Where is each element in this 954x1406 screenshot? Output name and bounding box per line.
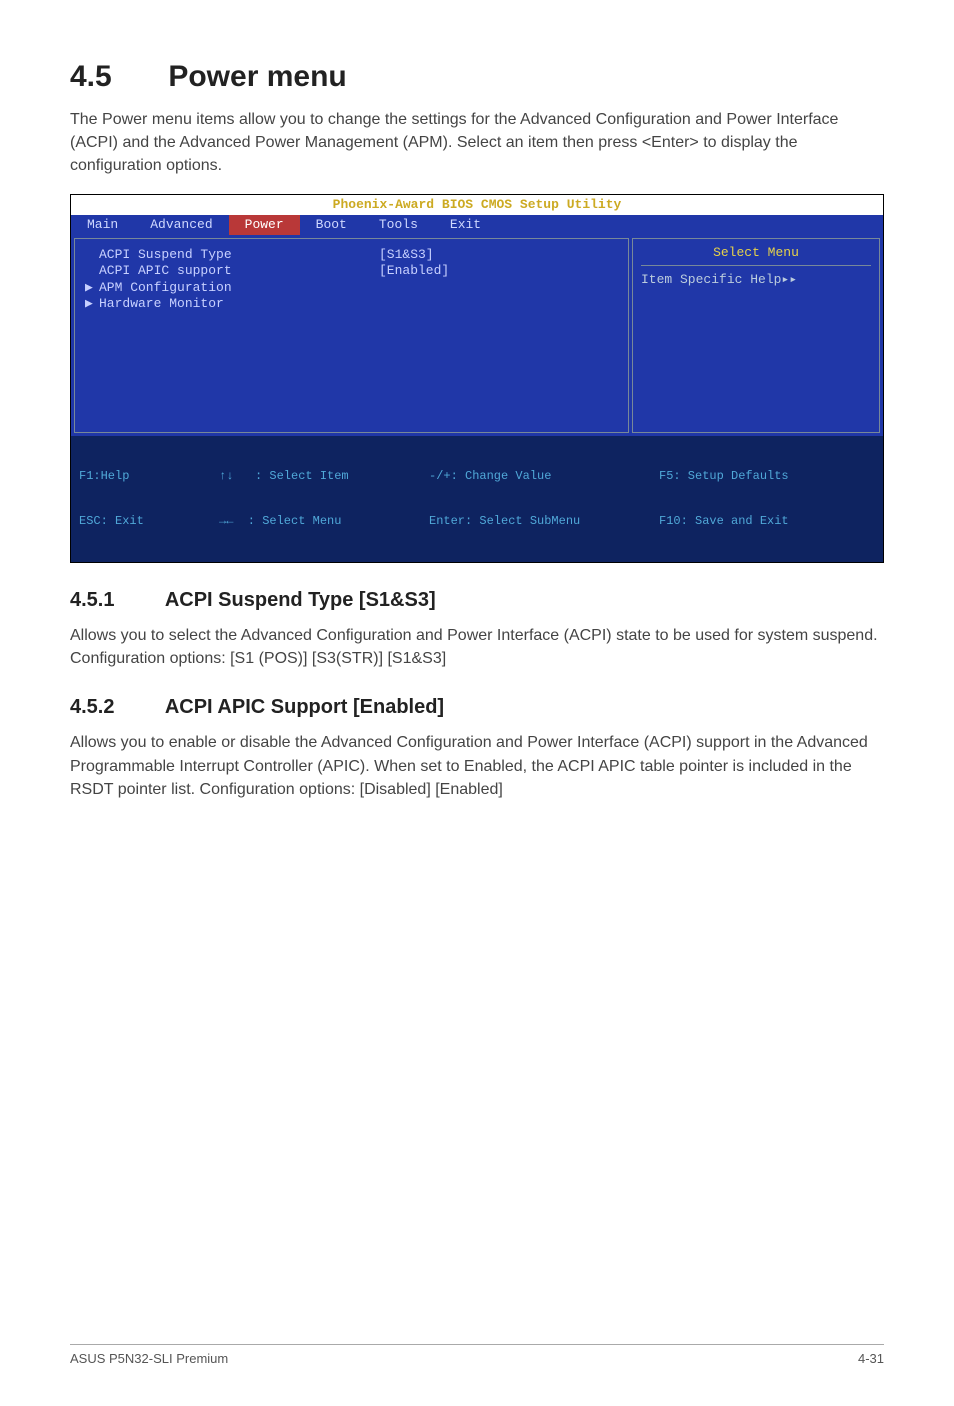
subsection-heading-451: 4.5.1 ACPI Suspend Type [S1&S3] (70, 589, 884, 612)
bios-menu-main[interactable]: Main (71, 215, 134, 235)
bios-item-help: Item Specific Help▸▸ (641, 272, 871, 288)
bios-item-label: Hardware Monitor (99, 296, 379, 312)
bios-menu-boot[interactable]: Boot (300, 215, 363, 235)
bios-item-label: ACPI Suspend Type (99, 247, 379, 263)
page-footer: ASUS P5N32-SLI Premium 4-31 (70, 1344, 884, 1366)
bios-item-value: [S1&S3] (379, 247, 434, 263)
section-number: 4.5 (70, 60, 160, 94)
subsection-heading-452: 4.5.2 ACPI APIC Support [Enabled] (70, 696, 884, 719)
submenu-arrow-icon: ▶ (85, 280, 99, 296)
bios-key-change-value: -/+: Change Value (429, 469, 659, 484)
subsection-title: ACPI APIC Support [Enabled] (165, 696, 444, 718)
bios-title: Phoenix-Award BIOS CMOS Setup Utility (71, 195, 883, 215)
subsection-number: 4.5.2 (70, 696, 160, 719)
submenu-arrow-icon (85, 247, 99, 263)
bios-menu-advanced[interactable]: Advanced (134, 215, 228, 235)
bios-menu-power[interactable]: Power (229, 215, 300, 235)
section-heading: 4.5 Power menu (70, 60, 884, 94)
bios-footer: F1:Help ESC: Exit ↑↓ : Select Item →← : … (71, 436, 883, 562)
subsection-body-452: Allows you to enable or disable the Adva… (70, 731, 884, 801)
bios-item-hardware-monitor[interactable]: ▶ Hardware Monitor (85, 296, 618, 312)
bios-item-apm-config[interactable]: ▶ APM Configuration (85, 280, 618, 296)
bios-item-label: APM Configuration (99, 280, 379, 296)
bios-item-label: ACPI APIC support (99, 263, 379, 279)
subsection-number: 4.5.1 (70, 589, 160, 612)
footer-product: ASUS P5N32-SLI Premium (70, 1351, 228, 1366)
submenu-arrow-icon (85, 263, 99, 279)
bios-key-defaults: F5: Setup Defaults (659, 469, 875, 484)
bios-menu-exit[interactable]: Exit (434, 215, 497, 235)
bios-item-value: [Enabled] (379, 263, 449, 279)
bios-key-select-submenu: Enter: Select SubMenu (429, 514, 659, 529)
section-intro: The Power menu items allow you to change… (70, 108, 884, 178)
bios-key-select-item: ↑↓ : Select Item (219, 469, 429, 484)
bios-left-pane: ACPI Suspend Type [S1&S3] ACPI APIC supp… (74, 238, 629, 433)
bios-window: Phoenix-Award BIOS CMOS Setup Utility Ma… (70, 194, 884, 564)
footer-page-number: 4-31 (858, 1351, 884, 1366)
bios-key-help: F1:Help (79, 469, 219, 484)
bios-menubar: Main Advanced Power Boot Tools Exit (71, 215, 883, 235)
bios-item-acpi-apic[interactable]: ACPI APIC support [Enabled] (85, 263, 618, 279)
bios-menu-tools[interactable]: Tools (363, 215, 434, 235)
subsection-body-451: Allows you to select the Advanced Config… (70, 624, 884, 670)
bios-right-pane: Select Menu Item Specific Help▸▸ (632, 238, 880, 433)
bios-key-exit: ESC: Exit (79, 514, 219, 529)
bios-select-menu-title: Select Menu (641, 245, 871, 266)
bios-item-acpi-suspend[interactable]: ACPI Suspend Type [S1&S3] (85, 247, 618, 263)
bios-key-save: F10: Save and Exit (659, 514, 875, 529)
subsection-title: ACPI Suspend Type [S1&S3] (165, 589, 436, 611)
submenu-arrow-icon: ▶ (85, 296, 99, 312)
section-title: Power menu (168, 60, 346, 93)
bios-key-select-menu: →← : Select Menu (219, 514, 429, 529)
